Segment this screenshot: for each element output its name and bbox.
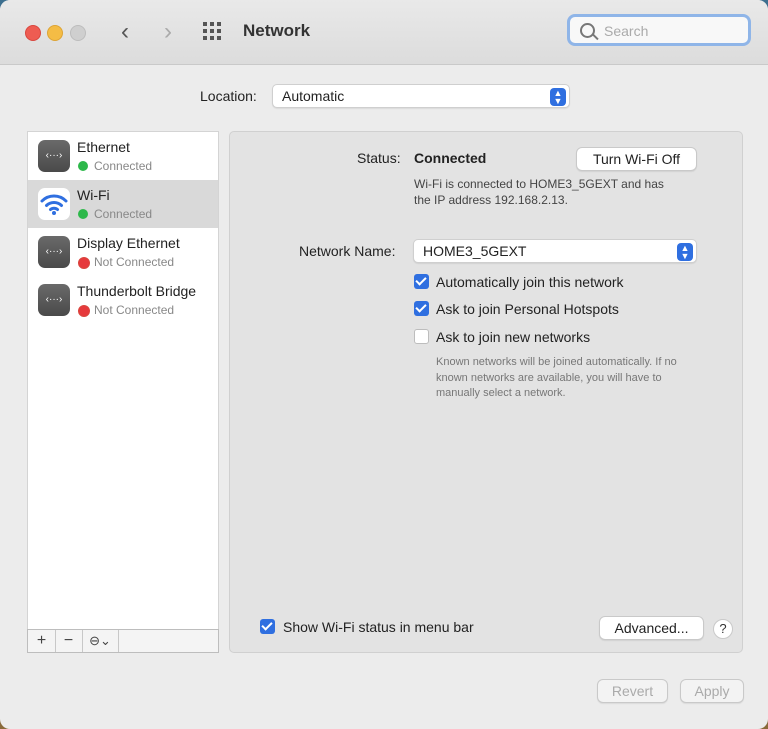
service-name: Thunderbolt Bridge — [77, 283, 197, 299]
updown-arrows-icon: ▲ ▼ — [677, 243, 693, 261]
action-menu-button[interactable]: ⊖⌄ — [82, 630, 119, 652]
auto-join-checkbox[interactable] — [414, 274, 429, 289]
service-name: Wi-Fi — [77, 187, 110, 203]
network-name-label: Network Name: — [299, 243, 396, 259]
service-status: Connected — [94, 159, 153, 173]
service-item-display-ethernet[interactable]: ‹···› Display Ethernet Not Connected — [28, 228, 218, 276]
minimize-window-button[interactable] — [47, 25, 63, 41]
show-all-grid-icon[interactable] — [203, 22, 225, 42]
ethernet-icon: ‹···› — [38, 140, 70, 172]
remove-service-button[interactable]: − — [55, 630, 83, 652]
auto-join-label: Automatically join this network — [436, 274, 624, 290]
search-icon — [580, 23, 595, 38]
new-networks-label: Ask to join new networks — [436, 329, 591, 345]
location-select[interactable]: Automatic ▲ ▼ — [272, 84, 570, 108]
status-dot-red — [78, 305, 90, 317]
status-description-line-2: the IP address 192.168.2.13. — [414, 193, 568, 207]
add-service-button[interactable]: + — [28, 630, 56, 652]
wifi-icon — [38, 188, 70, 220]
service-item-wifi[interactable]: Wi-Fi Connected — [28, 180, 218, 228]
search-input[interactable] — [602, 20, 746, 42]
service-list-toolbar: + − ⊖⌄ — [27, 629, 219, 653]
status-dot-green — [78, 209, 88, 219]
new-networks-checkbox[interactable] — [414, 329, 429, 344]
service-status: Not Connected — [94, 303, 175, 317]
title-bar: ‹ › Network — [0, 0, 768, 65]
network-preferences-window: ‹ › Network Location: Automatic ▲▼ ‹···›… — [0, 0, 768, 729]
show-wifi-status-label: Show Wi-Fi status in menu bar — [283, 619, 474, 635]
service-item-ethernet[interactable]: ‹···› Ethernet Connected — [28, 132, 218, 180]
back-chevron-icon[interactable]: ‹ — [110, 17, 140, 47]
forward-chevron-icon[interactable]: › — [153, 17, 183, 47]
network-name-select[interactable]: HOME3_5GEXT ▲ ▼ — [413, 239, 697, 263]
status-dot-green — [78, 161, 88, 171]
status-label: Status: — [357, 150, 401, 166]
location-value: Automatic — [282, 88, 345, 104]
location-label: Location: — [200, 88, 257, 104]
turn-wifi-off-button[interactable]: Turn Wi-Fi Off — [576, 147, 697, 171]
personal-hotspots-checkbox[interactable] — [414, 301, 429, 316]
join-note-line-1: Known networks will be joined automatica… — [436, 356, 677, 368]
personal-hotspots-label: Ask to join Personal Hotspots — [436, 301, 619, 317]
help-button[interactable]: ? — [713, 619, 733, 639]
join-note-line-3: manually select a network. — [436, 387, 566, 399]
service-status: Connected — [94, 207, 153, 221]
updown-arrows-icon: ▲ ▼ — [550, 88, 566, 106]
apply-button[interactable]: Apply — [680, 679, 744, 703]
network-name-value: HOME3_5GEXT — [423, 243, 527, 259]
advanced-button[interactable]: Advanced... — [599, 616, 704, 640]
service-status: Not Connected — [94, 255, 175, 269]
ethernet-icon: ‹···› — [38, 236, 70, 268]
status-dot-red — [78, 257, 90, 269]
status-description-line-1: Wi-Fi is connected to HOME3_5GEXT and ha… — [414, 177, 664, 191]
search-field[interactable] — [567, 14, 751, 46]
zoom-window-button[interactable] — [70, 25, 86, 41]
close-window-button[interactable] — [25, 25, 41, 41]
join-note-line-2: known networks are available, you will h… — [436, 372, 662, 384]
show-wifi-status-checkbox[interactable] — [260, 619, 275, 634]
service-item-thunderbolt-bridge[interactable]: ‹···› Thunderbolt Bridge Not Connected — [28, 276, 218, 324]
service-list: ‹···› Ethernet Connected Wi-Fi Connected… — [27, 131, 219, 653]
window-title: Network — [243, 21, 311, 40]
thunderbolt-bridge-icon: ‹···› — [38, 284, 70, 316]
service-name: Display Ethernet — [77, 235, 180, 251]
revert-button[interactable]: Revert — [597, 679, 668, 703]
service-name: Ethernet — [77, 139, 130, 155]
status-value: Connected — [414, 150, 487, 166]
